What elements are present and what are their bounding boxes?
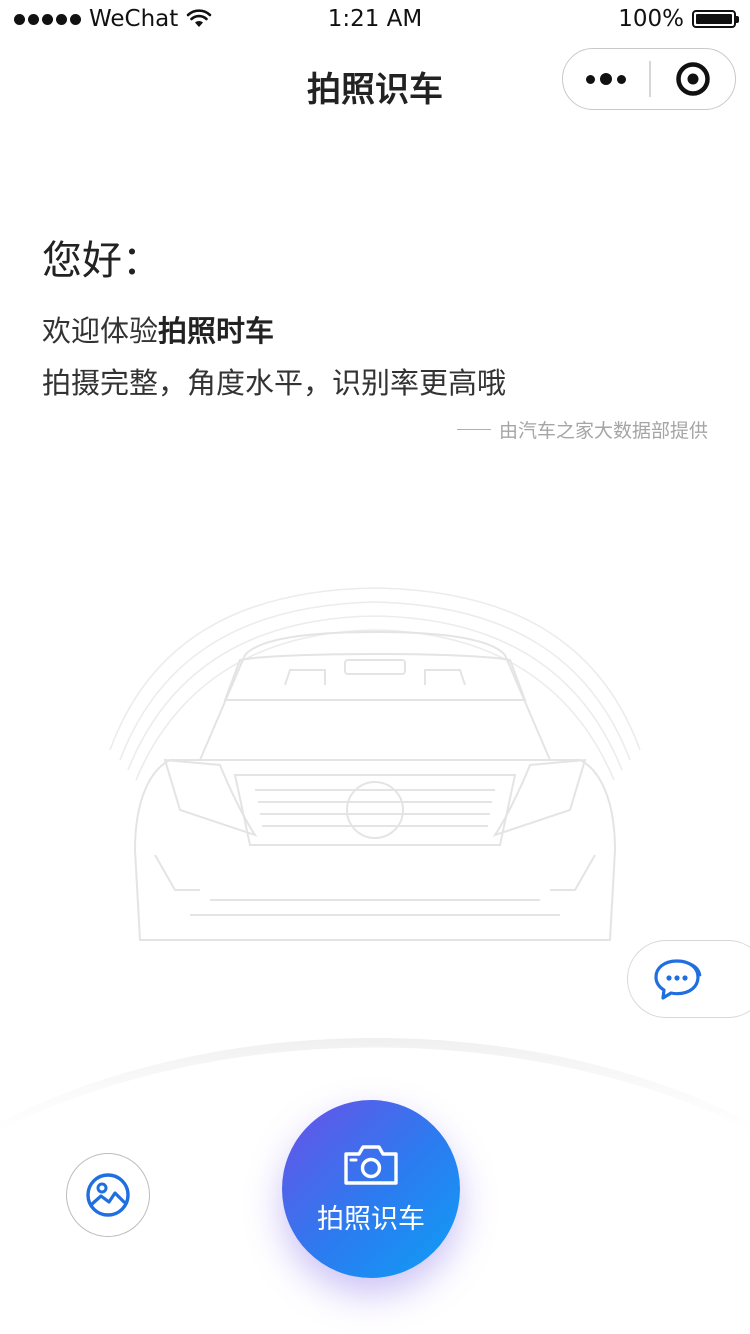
welcome-brand: 拍照时车 (158, 314, 275, 348)
car-illustration (109, 587, 641, 941)
welcome-prefix: 欢迎体验 (42, 314, 159, 348)
greeting-heading: 您好： (42, 238, 162, 284)
camera-icon (344, 1144, 398, 1185)
mini-program-capsule (562, 48, 736, 110)
battery-percent: 100% (618, 6, 684, 32)
welcome-text: 欢迎体验拍照时车 (42, 308, 274, 350)
chat-button[interactable] (627, 940, 750, 1018)
shooting-tip: 拍摄完整，角度水平，识别率更高哦 (42, 366, 507, 400)
status-right: 100% (618, 6, 739, 32)
source-text: 由汽车之家大数据部提供 (498, 420, 708, 442)
source-dash (456, 429, 491, 430)
more-dots-icon[interactable] (563, 49, 649, 109)
shoot-car-button[interactable]: 拍照识车 (282, 1100, 460, 1278)
chat-bubble-icon (654, 959, 702, 1000)
battery-icon (692, 10, 739, 28)
data-source-note: 由汽车之家大数据部提供 (456, 416, 708, 443)
gallery-button[interactable] (66, 1153, 150, 1237)
gallery-icon (86, 1173, 130, 1217)
status-bar: WeChat 1:21 AM 100% (0, 0, 750, 40)
target-icon[interactable] (651, 49, 736, 109)
shoot-button-label: 拍照识车 (317, 1203, 425, 1235)
